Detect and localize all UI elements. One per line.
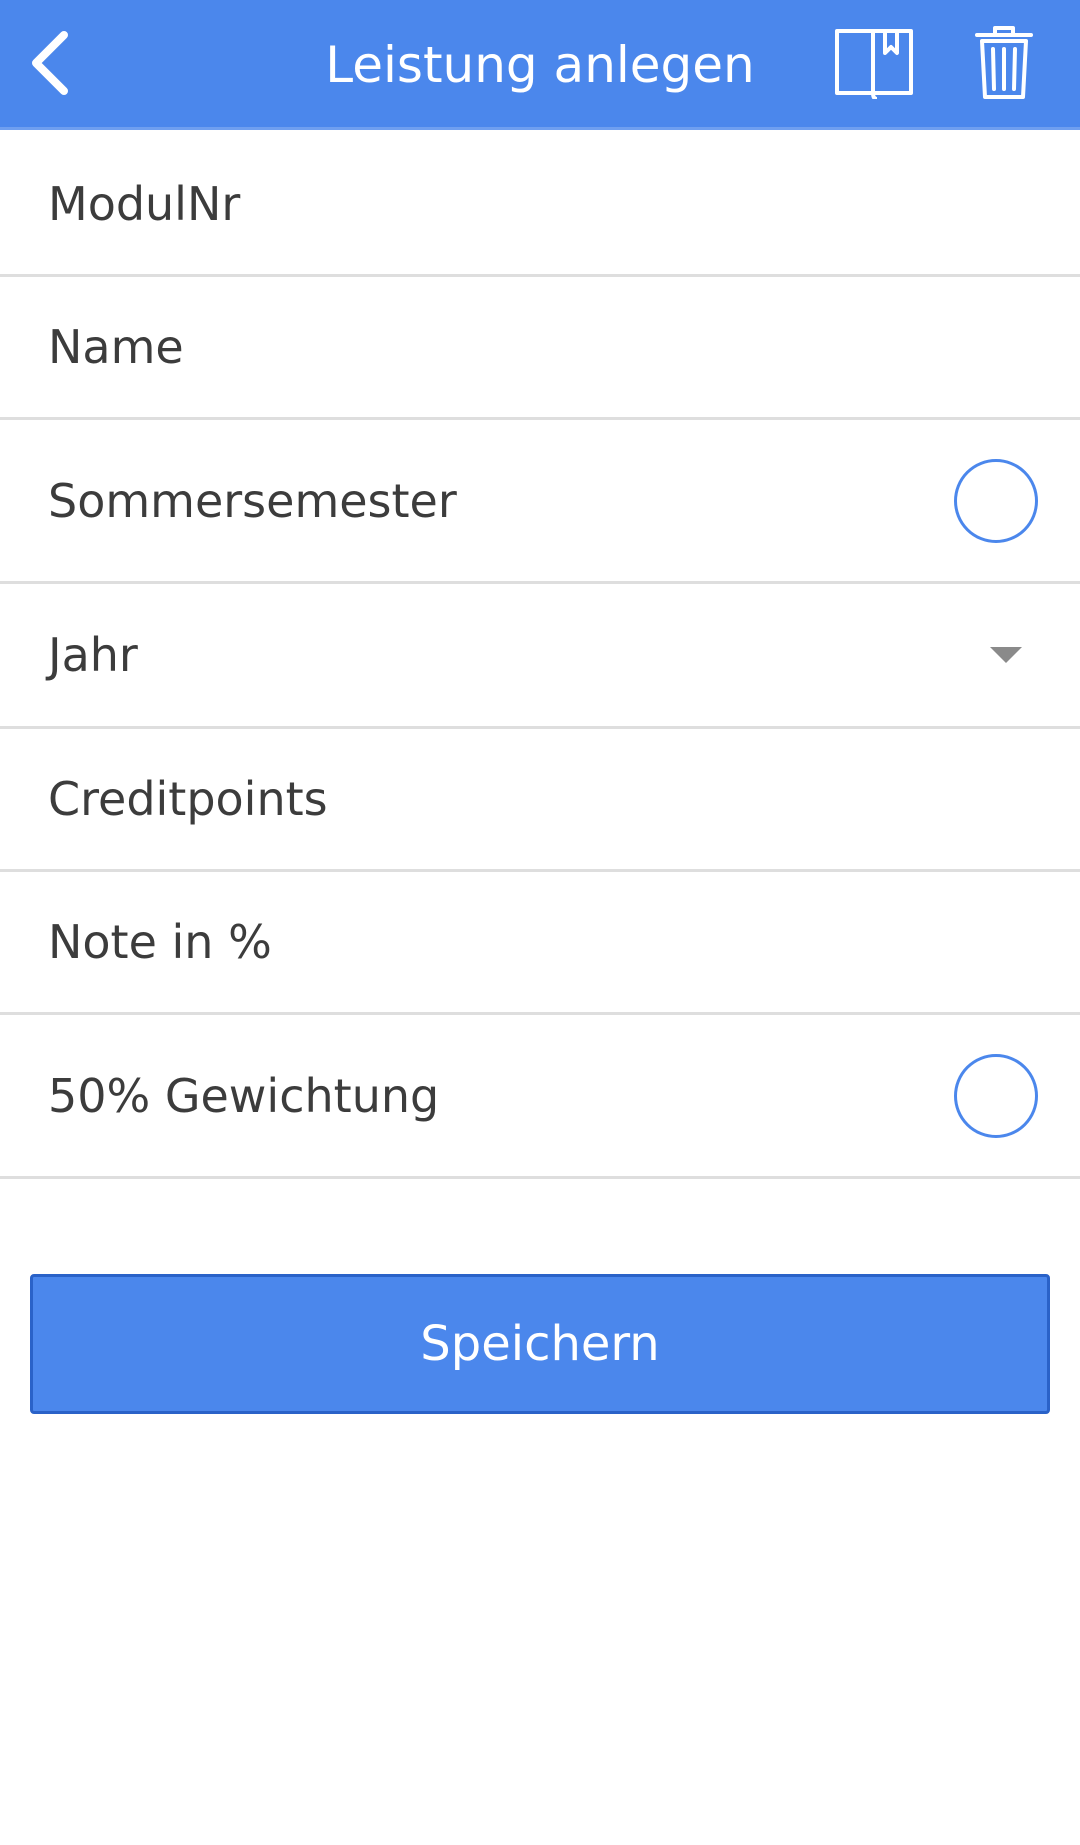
app-screen: Leistung anlegen ModulNr Name Sommerseme… [0,0,1080,1845]
gewichtung-radio[interactable] [954,1053,1038,1138]
sommersemester-row: Sommersemester [0,420,1080,584]
note-placeholder: Note in % [48,915,272,969]
delete-button[interactable] [964,20,1044,110]
modul-nr-placeholder: ModulNr [48,177,241,231]
sommersemester-label: Sommersemester [48,473,457,528]
jahr-select[interactable]: Jahr [0,584,1080,729]
header-bar: Leistung anlegen [0,0,1080,130]
gewichtung-label: 50% Gewichtung [48,1068,440,1123]
creditpoints-field[interactable]: Creditpoints [0,729,1080,872]
trash-icon [975,25,1033,106]
name-placeholder: Name [48,320,184,374]
name-field[interactable]: Name [0,277,1080,420]
chevron-left-icon [28,30,72,100]
bookmark-button[interactable] [826,22,922,108]
page-title: Leistung anlegen [325,36,755,94]
gewichtung-row: 50% Gewichtung [0,1015,1080,1179]
bookmark-book-icon [833,27,915,104]
save-button[interactable]: Speichern [30,1274,1050,1414]
back-button[interactable] [14,22,86,108]
note-field[interactable]: Note in % [0,872,1080,1015]
sommersemester-radio[interactable] [954,458,1038,543]
caret-down-icon [990,647,1022,663]
modul-nr-field[interactable]: ModulNr [0,134,1080,277]
form-list: ModulNr Name Sommersemester Jahr Creditp… [0,134,1080,1179]
creditpoints-placeholder: Creditpoints [48,772,328,826]
jahr-label: Jahr [48,628,138,682]
